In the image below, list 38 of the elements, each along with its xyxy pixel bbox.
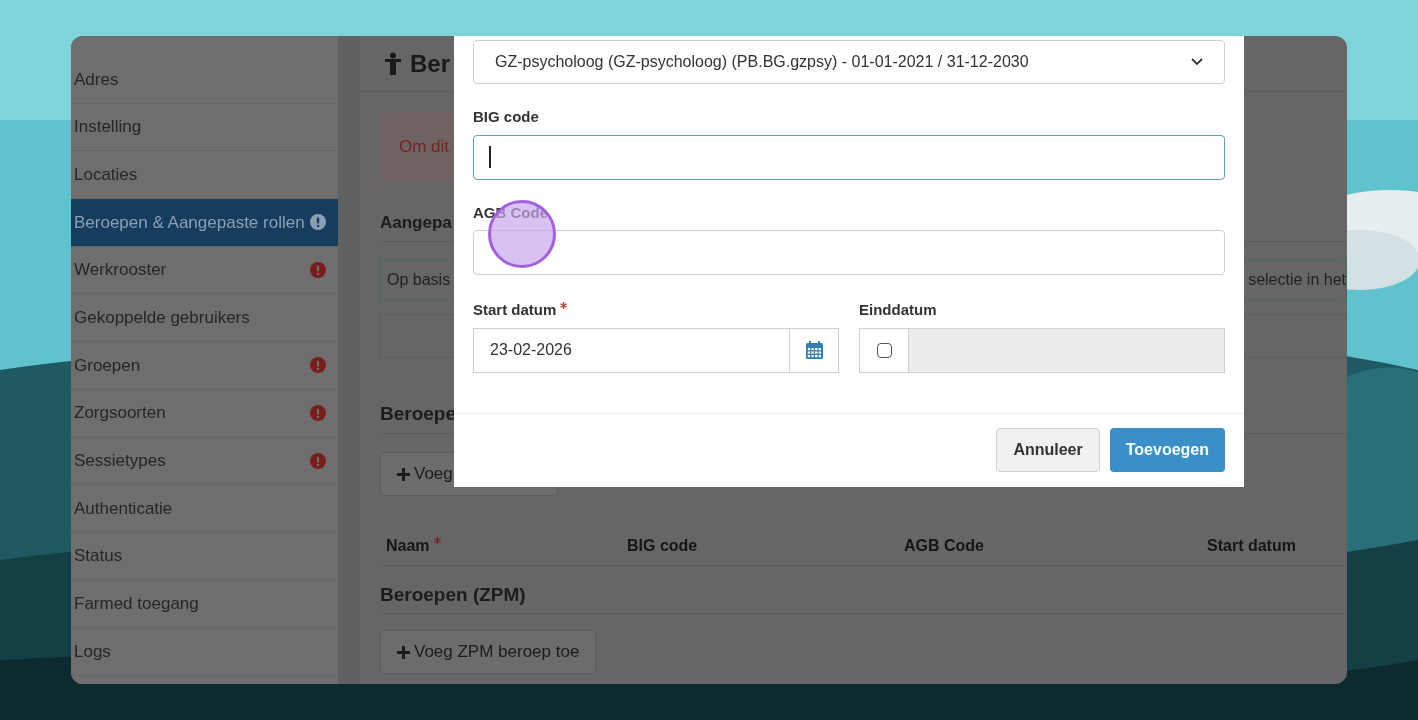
field-label: Start datum [473,299,839,322]
column-header: BIG code [627,535,699,556]
add-button[interactable]: Toevoegen [1109,428,1225,473]
chevron-down-icon [1191,58,1203,66]
page-title: Ber [410,48,451,79]
sidebar-item[interactable]: Zorgsoorten [71,389,338,438]
info-text: selectie in het [1248,270,1346,290]
sidebar-item[interactable]: Beroepen & Aangepaste rollen [71,199,338,247]
sidebar-item[interactable]: Groepen [71,342,338,390]
input-field[interactable] [473,230,1225,275]
field-label: Einddatum [859,300,938,320]
exclamation-icon [310,405,326,422]
calendar-icon [805,341,823,359]
sidebar-item[interactable]: Sessietypes [71,437,338,486]
exclamation-icon [310,262,326,279]
person-icon [384,51,402,76]
profession-select[interactable]: GZ-psycholoog (GZ-psycholoog) (PB.BG.gzpsy) - 01-01-2021 / 31-12-2030 [473,40,1225,84]
required-asterisk-icon [433,536,441,544]
section-heading: Beroepe [380,402,457,427]
field-label: BIG code [473,107,540,127]
column-header: Naam [386,533,627,558]
section-heading: Beroepen (ZPM) [380,583,526,608]
info-text: Op basis [387,270,451,290]
exclamation-icon [310,214,326,231]
column-header: AGB Code [904,535,985,556]
alert-box: Om dit [380,112,454,182]
section-heading: Aangepa [380,211,452,234]
plus-icon [397,645,410,659]
required-asterisk-icon [560,302,568,309]
plus-icon [397,467,410,481]
exclamation-icon [310,452,326,469]
exclamation-icon [310,357,326,374]
input-field[interactable] [473,134,1225,180]
add-zpm-button[interactable]: Voeg ZPM beroep toe [380,630,597,674]
column-header: Start datum [1207,535,1297,556]
date-field[interactable]: 23-02-2026 [473,327,839,373]
cancel-button[interactable]: Annuleer [996,428,1100,473]
sidebar-item[interactable]: Werkrooster [71,246,338,295]
